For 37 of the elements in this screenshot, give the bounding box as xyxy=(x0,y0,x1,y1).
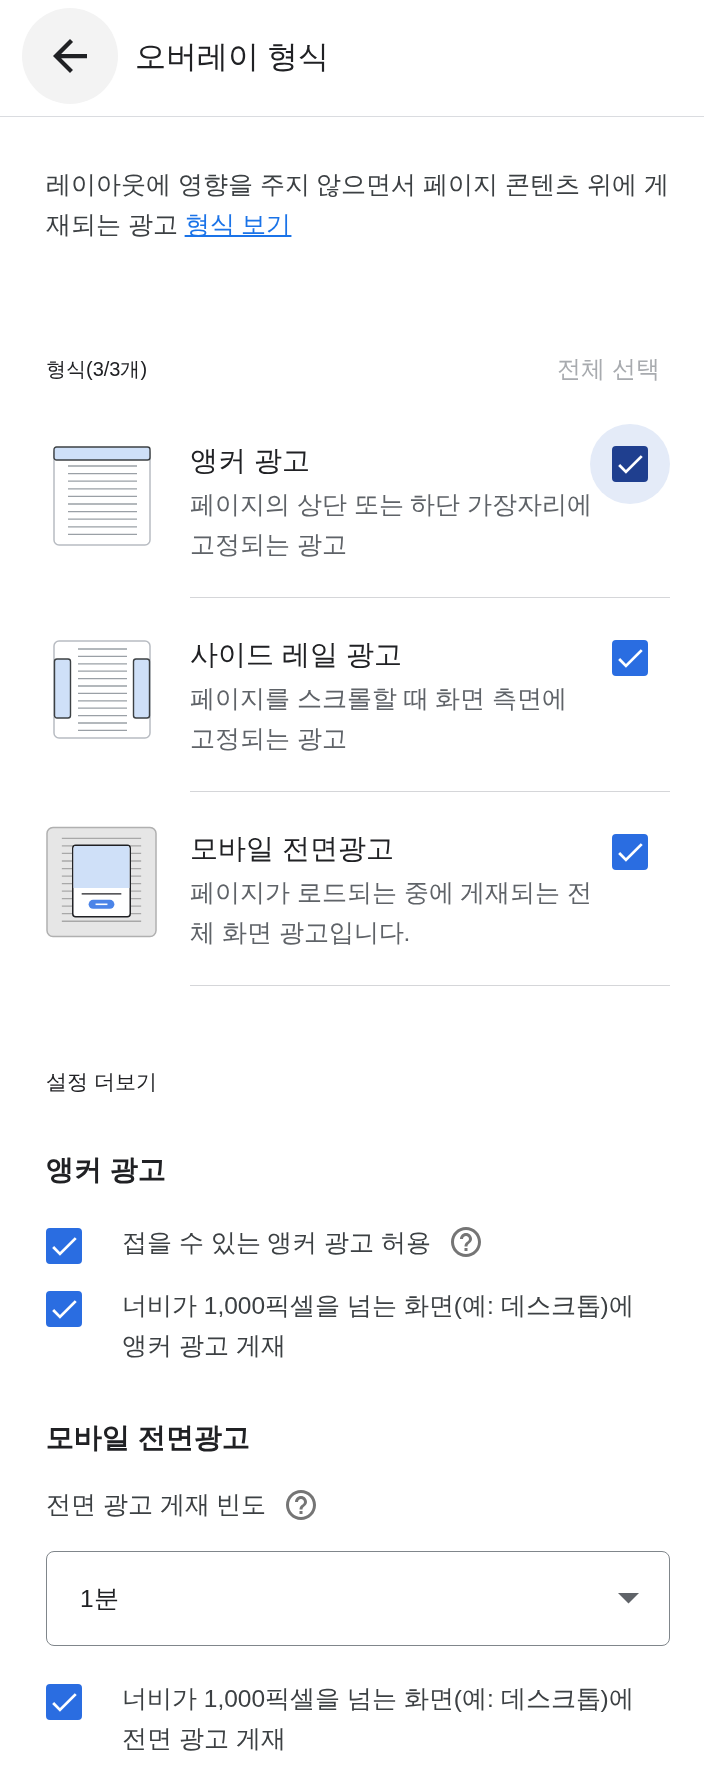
option-label: 너비가 1,000픽셀을 넘는 화면(예: 데스크톱)에 전면 광고 게재 xyxy=(122,1685,634,1752)
option-label: 너비가 1,000픽셀을 넘는 화면(예: 데스크톱)에 앵커 광고 게재 xyxy=(122,1292,634,1359)
format-description: 페이지의 상단 또는 하단 가장자리에 고정되는 광고 xyxy=(190,490,594,560)
formats-count-label: 형식(3/3개) xyxy=(46,357,148,382)
frequency-label: 전면 광고 게재 빈도 xyxy=(46,1490,267,1520)
check-icon xyxy=(51,1299,77,1319)
section-heading: 모바일 전면광고 xyxy=(46,1421,251,1455)
dropdown-caret-icon xyxy=(618,1593,639,1604)
format-title: 앵커 광고 xyxy=(190,444,311,478)
format-title: 모바일 전면광고 xyxy=(190,832,395,866)
back-arrow-icon xyxy=(53,38,87,73)
intro-text: 레이아웃에 영향을 주지 않으면서 페이지 콘텐츠 위에 게재되는 광고 형식 보기 xyxy=(46,170,670,240)
check-icon xyxy=(51,1692,77,1712)
format-description: 페이지를 스크롤할 때 화면 측면에 고정되는 광고 xyxy=(190,684,569,754)
frequency-select[interactable]: 1분 xyxy=(46,1551,670,1646)
format-checkbox[interactable] xyxy=(612,446,648,482)
check-icon xyxy=(51,1236,77,1256)
format-checkbox[interactable] xyxy=(612,834,648,870)
more-settings-label: 설정 더보기 xyxy=(46,1069,158,1095)
help-icon[interactable] xyxy=(451,1227,482,1257)
option-checkbox[interactable] xyxy=(46,1291,82,1327)
format-checkbox[interactable] xyxy=(612,640,648,676)
page-with-side-bars-icon xyxy=(52,640,151,740)
help-icon[interactable] xyxy=(286,1490,317,1520)
formats-link[interactable]: 형식 보기 xyxy=(184,211,292,238)
check-icon xyxy=(617,454,643,474)
option-checkbox[interactable] xyxy=(46,1228,82,1264)
format-title: 사이드 레일 광고 xyxy=(190,638,403,672)
page-with-top-bar-icon xyxy=(52,446,151,546)
option-checkbox[interactable] xyxy=(46,1684,82,1720)
format-description: 페이지가 로드되는 중에 게재되는 전체 화면 광고입니다. xyxy=(190,878,594,948)
page-with-popup-card-icon xyxy=(46,826,157,938)
page-title: 오버레이 형식 xyxy=(135,37,330,75)
check-icon xyxy=(617,842,643,862)
check-icon xyxy=(617,648,643,668)
option-label: 접을 수 있는 앵커 광고 허용 xyxy=(122,1229,432,1256)
section-heading: 앵커 광고 xyxy=(46,1153,167,1187)
